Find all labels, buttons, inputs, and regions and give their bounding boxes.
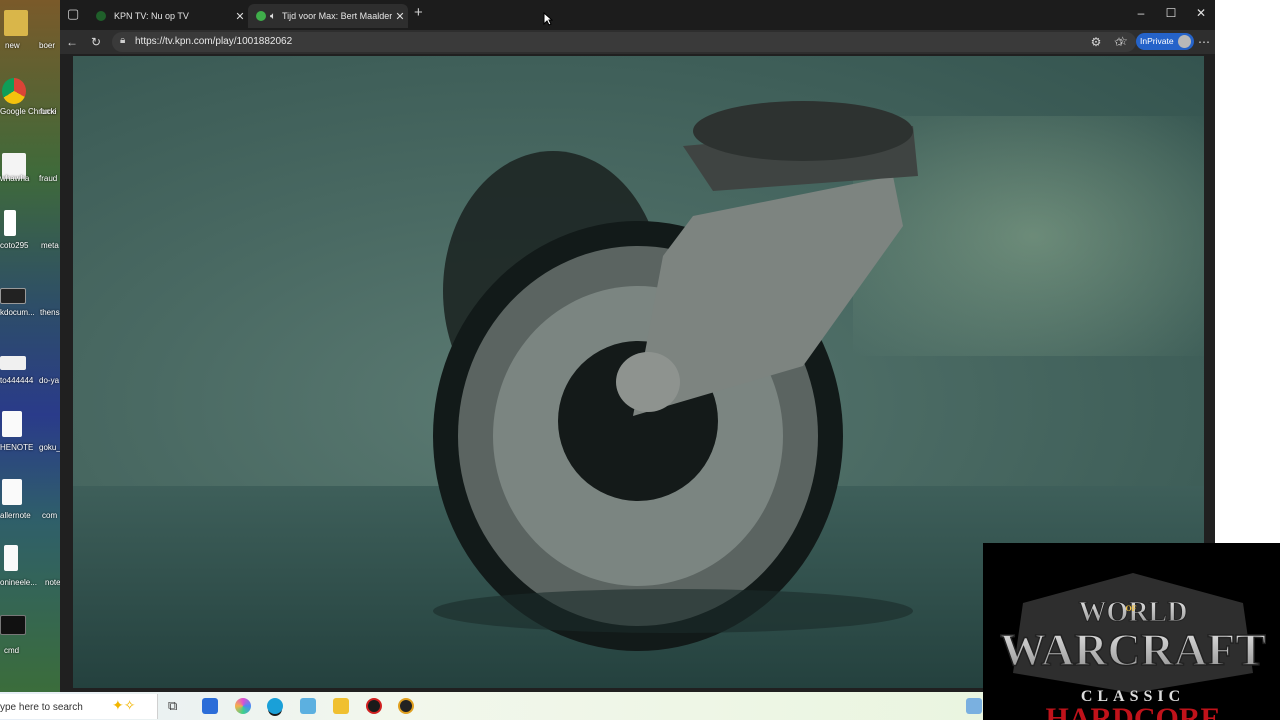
- desktop-icon-label: coto295: [0, 241, 29, 250]
- desktop-icon-label: kdocum...: [0, 308, 35, 317]
- desktop-icon-label: com: [42, 511, 58, 520]
- search-input[interactable]: ype here to search: [0, 702, 83, 713]
- desktop-icon-cmd[interactable]: cmd: [0, 612, 62, 672]
- lock-icon: 🔒︎: [120, 35, 126, 46]
- folder-icon: [4, 10, 28, 36]
- desktop-icon-label: goku_: [39, 443, 61, 452]
- desktop-icon-whawha[interactable]: whawha fraud: [0, 148, 62, 208]
- text-file-icon: [2, 411, 22, 437]
- svg-text:OF: OF: [1125, 604, 1136, 613]
- taskbar: ype here to search ✦✧ ⧉: [0, 692, 983, 720]
- tab-bar: ▢ KPN TV: Nu op TV ✕ 🔈︎ Tijd voor Max: B…: [60, 0, 1215, 30]
- battlenet-icon[interactable]: [398, 698, 414, 714]
- blank-panel: [1215, 0, 1280, 545]
- app-icon[interactable]: [366, 698, 382, 714]
- svg-text:WARCRAFT: WARCRAFT: [1000, 624, 1266, 675]
- terminal-icon: [0, 615, 26, 635]
- desktop-icon-label: do-ya: [39, 376, 60, 385]
- close-window-button[interactable]: ✕: [1186, 6, 1216, 20]
- copilot-sparkle-icon[interactable]: ✦✧: [112, 697, 135, 714]
- widget-icon[interactable]: [966, 698, 982, 714]
- mouse-cursor: [543, 12, 553, 26]
- desktop-icon-label: new: [5, 41, 20, 50]
- text-file-icon: [2, 479, 22, 505]
- desktop-icon-label: allernote: [0, 511, 31, 520]
- task-view-icon[interactable]: ⧉: [168, 698, 184, 714]
- speaker-icon[interactable]: 🔈︎: [270, 11, 276, 22]
- desktop-icon-to444444[interactable]: to444444 do-ya: [0, 350, 62, 410]
- desktop-icon-label: cmd: [4, 646, 20, 655]
- file-icon: [0, 356, 26, 370]
- file-explorer-icon[interactable]: [333, 698, 349, 714]
- window-icon: [0, 288, 26, 304]
- desktop-icon-chrome[interactable]: Google Chrome fucki: [0, 74, 62, 134]
- desktop-icon-kdocum[interactable]: kdocum... thens: [0, 283, 62, 343]
- navigation-toolbar: ← ↻ 🔒︎ https://tv.kpn.com/play/100188206…: [60, 30, 1215, 54]
- desktop-icon-label: onineele...: [0, 578, 37, 587]
- desktop: new boer Google Chrome fucki whawha frau…: [0, 0, 62, 692]
- new-tab-button[interactable]: +: [414, 4, 423, 21]
- desktop-icon-henote[interactable]: HENOTE goku_: [0, 408, 62, 468]
- address-bar[interactable]: 🔒︎ https://tv.kpn.com/play/1001882062 ☆: [112, 32, 1136, 52]
- desktop-icon-allernote[interactable]: allernote com: [0, 476, 62, 536]
- desktop-icon-label: thens: [40, 308, 60, 317]
- file-icon: [4, 210, 16, 236]
- maximize-button[interactable]: ☐: [1156, 6, 1186, 20]
- tab-actions-icon[interactable]: ▢: [67, 6, 79, 22]
- svg-text:HARDCORE: HARDCORE: [1045, 702, 1220, 720]
- desktop-icon-label: whawha: [0, 174, 30, 183]
- desktop-icon-label: fraud: [39, 174, 58, 183]
- desktop-icon-label: HENOTE: [0, 443, 34, 452]
- close-icon[interactable]: ✕: [232, 10, 248, 23]
- inprivate-badge[interactable]: InPrivate: [1136, 33, 1194, 50]
- tab-tijd-voor-max[interactable]: 🔈︎ Tijd voor Max: Bert Maalderi ✕: [248, 4, 408, 28]
- favorites-icon[interactable]: ✩: [1111, 34, 1127, 50]
- kpn-favicon-icon: [256, 11, 266, 21]
- desktop-icon-new[interactable]: new boer: [0, 2, 62, 62]
- copilot-icon[interactable]: [235, 698, 251, 714]
- extensions-icon[interactable]: ⚙: [1088, 34, 1104, 50]
- desktop-icon-label: fucki: [40, 107, 57, 116]
- outlook-icon[interactable]: [202, 698, 218, 714]
- chrome-icon: [2, 78, 26, 104]
- desktop-icon-onineele[interactable]: onineele... note: [0, 542, 62, 602]
- kpn-favicon-icon: [96, 11, 106, 21]
- more-menu-icon[interactable]: ⋯: [1196, 34, 1212, 50]
- refresh-icon[interactable]: ↻: [88, 34, 104, 50]
- text-file-icon: [4, 545, 18, 571]
- desktop-icon-label: to444444: [0, 376, 34, 385]
- back-arrow-icon[interactable]: ←: [64, 34, 80, 50]
- inprivate-label: InPrivate: [1140, 36, 1174, 46]
- game-logo-overlay: WORLD OF WARCRAFT CLASSIC HARDCORE: [983, 543, 1280, 720]
- notepad-icon[interactable]: [300, 698, 316, 714]
- close-icon[interactable]: ✕: [392, 10, 408, 23]
- minimize-button[interactable]: –: [1126, 6, 1156, 20]
- screen: new boer Google Chrome fucki whawha frau…: [0, 0, 1280, 720]
- url-text: https://tv.kpn.com/play/1001882062: [135, 36, 293, 47]
- tab-title: KPN TV: Nu op TV: [114, 11, 189, 21]
- desktop-icon-label: meta: [41, 241, 59, 250]
- tab-kpn-tv[interactable]: KPN TV: Nu op TV ✕: [88, 4, 248, 28]
- desktop-icon-label: note: [45, 578, 61, 587]
- tab-title: Tijd voor Max: Bert Maalderi: [282, 11, 392, 21]
- wow-classic-hardcore-logo: WORLD OF WARCRAFT CLASSIC HARDCORE: [999, 573, 1267, 720]
- profile-avatar: [1177, 35, 1191, 48]
- edge-icon[interactable]: [267, 698, 283, 714]
- desktop-icon-coto295[interactable]: coto295 meta: [0, 207, 62, 267]
- taskbar-search[interactable]: ype here to search ✦✧: [0, 694, 158, 719]
- desktop-icon-label: boer: [39, 41, 56, 50]
